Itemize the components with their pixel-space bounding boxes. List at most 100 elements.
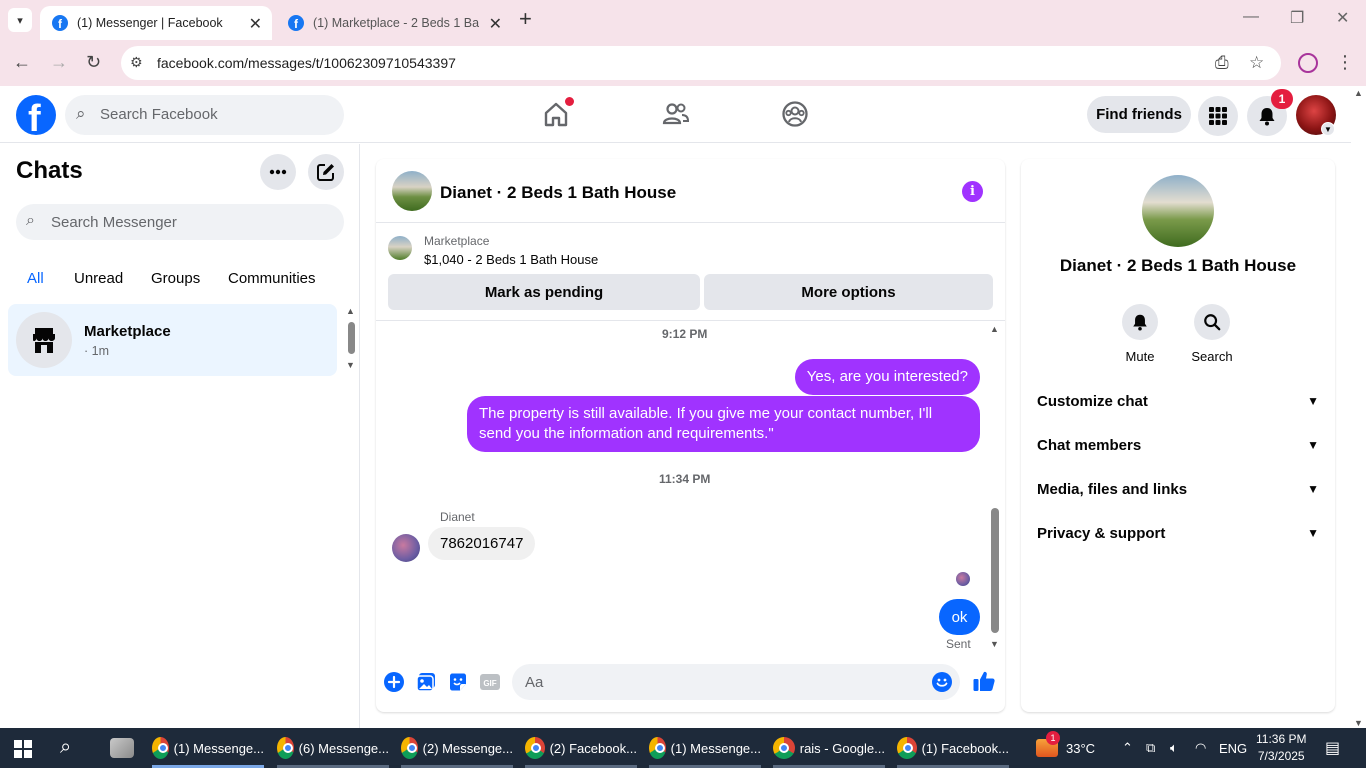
taskbar-chrome-window[interactable]: (6) Messenge...: [277, 728, 389, 768]
outgoing-message[interactable]: ok: [939, 599, 980, 635]
conversation-profile-avatar[interactable]: [1142, 175, 1214, 247]
taskbar-chrome-window[interactable]: (1) Facebook...: [897, 728, 1009, 768]
tab-search-button[interactable]: ▾: [8, 8, 32, 32]
new-tab-icon[interactable]: +: [519, 8, 532, 30]
scroll-down-icon[interactable]: ▼: [346, 360, 355, 370]
scroll-up-icon[interactable]: ▲: [990, 324, 999, 334]
minimize-icon[interactable]: —: [1243, 8, 1259, 26]
tab-title: (1) Marketplace - 2 Beds 1 Bath: [313, 16, 479, 30]
chrome-icon: [525, 737, 545, 759]
install-app-icon[interactable]: ⎙: [1215, 53, 1229, 73]
listing-thumbnail[interactable]: [388, 236, 412, 260]
page-scrollbar[interactable]: ▲ ▼: [1351, 88, 1366, 728]
home-icon[interactable]: [541, 97, 574, 129]
conversation-avatar[interactable]: [392, 171, 432, 211]
reload-icon[interactable]: ↻: [86, 52, 101, 73]
more-options-button[interactable]: More options: [704, 274, 993, 310]
plus-actions-icon[interactable]: [383, 671, 405, 693]
taskbar-clock[interactable]: 11:36 PM 7/3/2025: [1256, 731, 1306, 765]
scroll-up-icon[interactable]: ▲: [1354, 88, 1363, 98]
windows-start-icon[interactable]: [14, 740, 32, 758]
profile-icon[interactable]: [1298, 53, 1318, 73]
scroll-up-icon[interactable]: ▲: [346, 306, 355, 316]
find-friends-button[interactable]: Find friends: [1087, 96, 1191, 133]
outgoing-message[interactable]: The property is still available. If you …: [467, 396, 980, 452]
filter-unread[interactable]: Unread: [62, 258, 135, 298]
customize-chat-row[interactable]: Customize chat ▼: [1037, 381, 1319, 421]
taskbar-chrome-window[interactable]: (2) Messenge...: [401, 728, 513, 768]
meet-icon[interactable]: ⧉: [1146, 728, 1155, 768]
taskbar-chrome-window[interactable]: (1) Messenge...: [152, 728, 264, 768]
taskbar-chrome-window[interactable]: rais - Google...: [773, 728, 885, 768]
outgoing-message[interactable]: Yes, are you interested?: [794, 359, 980, 395]
search-icon[interactable]: [1194, 304, 1230, 340]
search-icon: ⌕: [26, 212, 35, 229]
url-text[interactable]: facebook.com/messages/t/1006230971054339…: [157, 55, 456, 71]
window-close-icon[interactable]: ✕: [1336, 8, 1349, 28]
messenger-search-input[interactable]: ⌕ Search Messenger: [16, 204, 344, 240]
emoji-icon[interactable]: [932, 672, 952, 692]
search-in-conversation-button[interactable]: Search: [1182, 304, 1242, 364]
tab-marketplace[interactable]: f (1) Marketplace - 2 Beds 1 Bath ✕: [276, 6, 512, 40]
chat-list-scrollbar[interactable]: ▲ ▼: [344, 304, 358, 376]
mute-button[interactable]: Mute: [1110, 304, 1170, 364]
back-icon[interactable]: ←: [13, 52, 31, 73]
scroll-down-icon[interactable]: ▼: [990, 639, 999, 649]
facebook-logo-icon[interactable]: f: [16, 95, 56, 135]
chat-members-row[interactable]: Chat members ▼: [1037, 425, 1319, 465]
taskbar-window-title: (2) Facebook...: [549, 740, 637, 756]
tray-chevron-up-icon[interactable]: ⌃: [1122, 728, 1133, 768]
notification-center-icon[interactable]: ▤: [1325, 728, 1340, 768]
privacy-support-row[interactable]: Privacy & support ▼: [1037, 513, 1319, 553]
filter-groups[interactable]: Groups: [139, 258, 212, 298]
filter-communities[interactable]: Communities: [216, 258, 328, 298]
volume-icon[interactable]: 🔈︎: [1170, 728, 1178, 768]
incoming-message[interactable]: 7862016747: [428, 527, 536, 560]
marketplace-label: Marketplace: [424, 234, 490, 248]
forward-icon[interactable]: →: [50, 52, 68, 73]
chrome-icon: [649, 737, 666, 759]
wifi-icon[interactable]: ◠: [1195, 728, 1206, 768]
close-icon[interactable]: ✕: [489, 14, 502, 34]
weather-widget[interactable]: 1 33°C: [1036, 728, 1095, 768]
taskbar-chrome-window[interactable]: (2) Facebook...: [525, 728, 637, 768]
message-input[interactable]: Aa: [512, 664, 960, 700]
gif-icon[interactable]: GIF: [479, 671, 501, 693]
site-info-icon[interactable]: ⚙: [130, 54, 143, 71]
tab-messenger[interactable]: f (1) Messenger | Facebook ✕: [40, 6, 272, 40]
scroll-down-icon[interactable]: ▼: [1354, 718, 1363, 728]
taskbar-chrome-window[interactable]: (1) Messenge...: [649, 728, 761, 768]
more-options-icon[interactable]: [260, 154, 296, 190]
browser-menu-icon[interactable]: ⋮: [1336, 52, 1354, 73]
scrollbar-thumb[interactable]: [991, 508, 999, 633]
sender-avatar[interactable]: [392, 534, 420, 562]
restore-icon[interactable]: ❐: [1290, 8, 1304, 28]
close-icon[interactable]: ✕: [249, 14, 262, 34]
menu-grid-icon[interactable]: [1198, 96, 1238, 136]
scrollbar-thumb[interactable]: [348, 322, 355, 354]
info-icon[interactable]: i: [962, 181, 983, 202]
bookmark-star-icon[interactable]: ☆: [1249, 53, 1264, 73]
filter-all[interactable]: All: [15, 258, 56, 298]
friends-icon[interactable]: [661, 99, 691, 129]
conversation-scrollbar[interactable]: ▲ ▼: [988, 324, 1002, 649]
windows-taskbar: ⌕ (1) Messenge... (6) Messenge... (2) Me…: [0, 728, 1366, 768]
groups-icon[interactable]: [780, 99, 810, 129]
language-indicator[interactable]: ENG: [1219, 728, 1247, 768]
bell-icon[interactable]: [1122, 304, 1158, 340]
address-bar[interactable]: ⚙ facebook.com/messages/t/10062309710543…: [121, 46, 1281, 80]
pinned-app-icon[interactable]: [110, 738, 134, 758]
facebook-search-input[interactable]: ⌕ Search Facebook: [65, 95, 344, 135]
media-files-links-row[interactable]: Media, files and links ▼: [1037, 469, 1319, 509]
conversation-title[interactable]: Dianet · 2 Beds 1 Bath House: [440, 183, 676, 203]
taskbar-search-icon[interactable]: ⌕: [60, 736, 71, 759]
chevron-down-icon[interactable]: ▼: [1321, 122, 1335, 136]
mark-as-pending-button[interactable]: Mark as pending: [388, 274, 700, 310]
chat-list-item[interactable]: Marketplace · 1m: [8, 304, 337, 376]
sticker-icon[interactable]: [447, 671, 469, 693]
section-label: Media, files and links: [1037, 480, 1188, 498]
new-message-icon[interactable]: [308, 154, 344, 190]
listing-title[interactable]: $1,040 - 2 Beds 1 Bath House: [424, 252, 598, 267]
photo-icon[interactable]: [415, 671, 437, 693]
thumbs-up-icon[interactable]: [972, 669, 996, 693]
